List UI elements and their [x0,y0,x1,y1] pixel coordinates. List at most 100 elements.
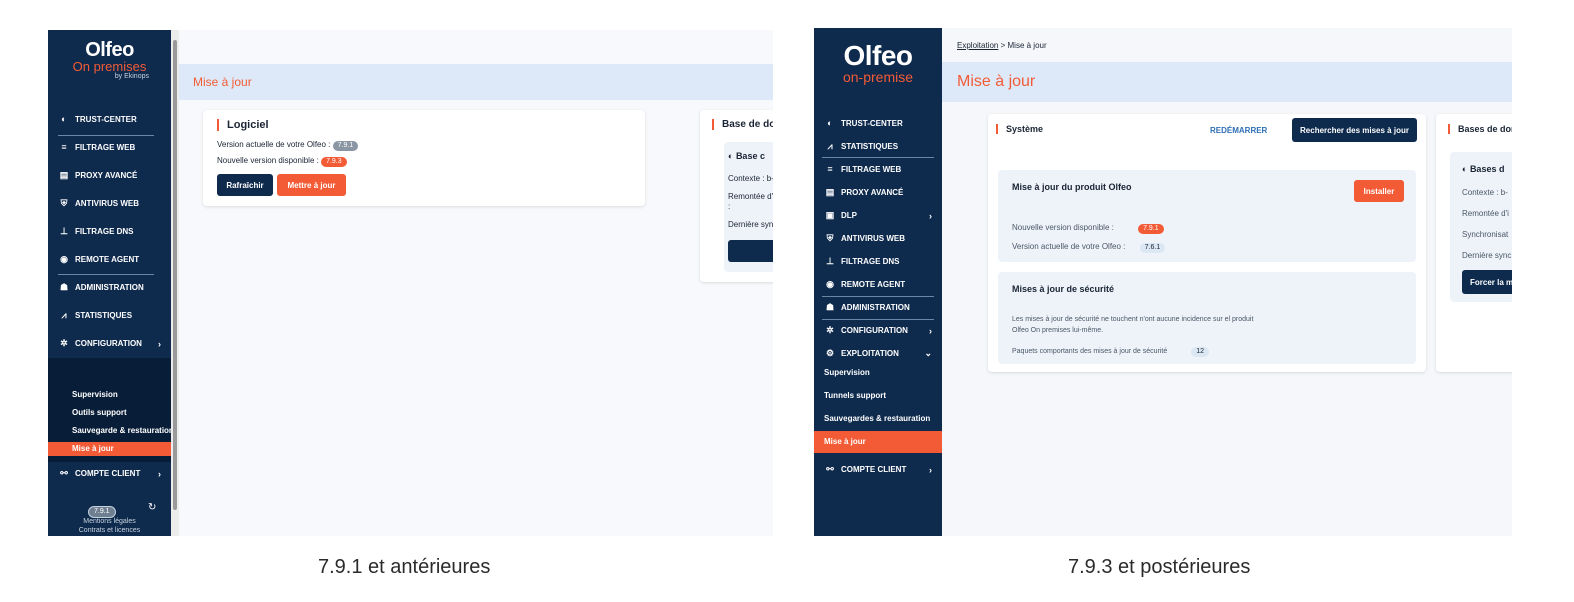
nav-label: TRUST-CENTER [841,118,903,128]
packages-row: Paquets comportants des mises à jour de … [1012,347,1209,357]
card-title: Logiciel [217,119,269,131]
legal-link[interactable]: Mentions légales [48,518,171,525]
update-button[interactable]: Mettre à jour [277,174,346,196]
account-icon: ⚯ [60,468,68,478]
current-version-badge: 7.9.1 [332,141,359,151]
nav-item-administration[interactable]: ☗ ADMINISTRATION [58,282,171,293]
logo-text: Olfeo [843,40,913,71]
nav-item-statistiques[interactable]: ⩘ STATISTIQUES [58,310,171,321]
eye-icon: ◐ [728,151,736,161]
nav-item-configuration[interactable]: ✲ CONFIGURATION › [824,325,942,336]
nav-label: FILTRAGE DNS [841,257,900,266]
derniere-text: Dernière sync [1462,251,1512,260]
submenu-item-supervision[interactable]: Supervision [48,388,171,402]
systeme-card: Système REDÉMARRER Rechercher des mises … [988,114,1426,372]
base-card: Base de do ◐ Base c Contexte : b- Remont… [700,110,773,282]
users-icon: ☗ [59,282,69,292]
restart-button[interactable]: REDÉMARRER [1210,126,1267,135]
page-header: Mise à jour [179,64,773,100]
nav-item-administration[interactable]: ☗ ADMINISTRATION [824,302,942,313]
nav-item-antivirus-web[interactable]: ⛨ ANTIVIRUS WEB [58,198,171,209]
eye-icon: ◐ [1462,164,1470,174]
security-description: Les mises à jour de sécurité ne touchent… [1012,316,1254,323]
eye-icon: ◐ [61,114,67,124]
submenu-item-sauvegardes-restauration[interactable]: Sauvegardes & restauration [814,408,942,430]
nav-divider [58,135,154,136]
chevron-right-icon: › [929,464,932,475]
nav-label: ADMINISTRATION [841,303,910,312]
nav-item-compte-client[interactable]: ⚯ COMPTE CLIENT › [58,468,171,479]
nav-item-filtrage-web[interactable]: ≡ FILTRAGE WEB [58,142,171,152]
nav-item-antivirus-web[interactable]: ⛨ ANTIVIRUS WEB [824,233,942,244]
product-update-title: Mise à jour du produit Olfeo [1012,182,1132,192]
eye-icon: ◐ [827,118,833,128]
nav-item-filtrage-dns[interactable]: ⊥ FILTRAGE DNS [58,226,171,237]
chevron-right-icon: › [929,325,932,336]
contracts-link[interactable]: Contrats et licences [48,527,171,534]
scrollbar-thumb[interactable] [173,40,177,510]
sidebar-scrollbar[interactable] [171,30,179,536]
right-screenshot: Olfeo on-premise ◐ TRUST-CENTER ⩘ STATISTIQ… [814,28,1512,536]
base-action-button[interactable] [728,240,773,262]
nav-label: TRUST-CENTER [75,114,137,124]
nav-divider [822,296,934,297]
left-sidebar: Olfeo On premises by Ekinops ◐ TRUST-CENT… [48,30,171,536]
refresh-icon[interactable]: ↻ [148,502,156,513]
nav-item-proxy-avance[interactable]: ▤ PROXY AVANCÉ [824,187,942,198]
users-icon: ☗ [825,302,835,312]
dlp-icon: ▣ [825,210,835,220]
submenu-item-supervision[interactable]: Supervision [814,362,942,384]
bases-subtitle: ◐ Bases d [1462,164,1505,174]
force-button[interactable]: Forcer la m [1462,270,1512,294]
account-icon: ⚯ [826,464,834,474]
nav-item-configuration[interactable]: ✲ CONFIGURATION › [58,338,171,349]
card-title: Système [996,124,1043,134]
remontee-text: Remontée d'i [728,192,773,201]
nav-item-exploitation[interactable]: ⚙ EXPLOITATION ⌄ [824,348,942,359]
logo-subtitle: on-premise [842,69,914,85]
nav-divider [822,319,934,320]
remontee-text: Remontée d'i [1462,209,1509,218]
new-version-badge: 7.9.3 [321,157,347,167]
sync-text: Synchronisat [1462,230,1509,239]
breadcrumb: Exploitation > Mise à jour [957,41,1047,50]
submenu-item-mise-a-jour[interactable]: Mise à jour [48,442,171,456]
new-version-row: Nouvelle version disponible : 7.9.3 [217,156,347,167]
nav-item-dlp[interactable]: ▣ DLP › [824,210,942,221]
submenu-item-outils-support[interactable]: Outils support [48,406,171,420]
logo-byline: by Ekinops [114,73,149,80]
nav-label: PROXY AVANCÉ [75,171,138,180]
nav-item-trust-center[interactable]: ◐ TRUST-CENTER [824,118,942,128]
nav-item-trust-center[interactable]: ◐ TRUST-CENTER [58,114,171,124]
globe-icon: ◉ [826,279,834,289]
nav-item-filtrage-dns[interactable]: ⊥ FILTRAGE DNS [824,256,942,267]
nav-item-statistiques[interactable]: ⩘ STATISTIQUES [824,141,942,152]
nav-item-remote-agent[interactable]: ◉ REMOTE AGENT [58,254,171,265]
nav-item-proxy-avance[interactable]: ▤ PROXY AVANCÉ [58,170,171,181]
left-screenshot: Olfeo On premises by Ekinops ◐ TRUST-CENT… [48,30,773,536]
nav-item-compte-client[interactable]: ⚯ COMPTE CLIENT › [824,464,942,475]
submenu-item-sauvegarde-restauration[interactable]: Sauvegarde & restauration [48,424,171,438]
nav-item-filtrage-web[interactable]: ≡ FILTRAGE WEB [824,164,942,174]
bases-card: Bases de don ◐ Bases d Contexte : b- Rem… [1436,114,1512,372]
base-subtitle: ◐ Base c [728,151,765,161]
cog-icon: ⚙ [825,348,835,358]
check-updates-button[interactable]: Rechercher des mises à jour [1292,118,1417,142]
install-button[interactable]: Installer [1354,180,1404,202]
nav-item-remote-agent[interactable]: ◉ REMOTE AGENT [824,279,942,290]
card-title: Base de do [712,119,773,130]
security-description: Olfeo On premises lui-même. [1012,327,1104,334]
version-badge: 7.9.1 [88,500,116,518]
nav-label: REMOTE AGENT [841,280,906,289]
submenu-item-mise-a-jour[interactable]: Mise à jour [814,431,942,453]
filter-icon: ≡ [61,142,67,152]
breadcrumb-link[interactable]: Exploitation [957,41,998,50]
submenu-item-tunnels-support[interactable]: Tunnels support [814,385,942,407]
filter-icon: ≡ [827,164,833,174]
nav-label: DLP [841,211,857,220]
shield-icon: ⛨ [60,198,68,208]
packages-count-badge: 12 [1191,347,1209,357]
refresh-button[interactable]: Rafraîchir [217,174,273,196]
current-version-row: Version actuelle de votre Olfeo : 7.6.1 [1012,242,1166,253]
context-text: Contexte : b- [728,174,773,183]
